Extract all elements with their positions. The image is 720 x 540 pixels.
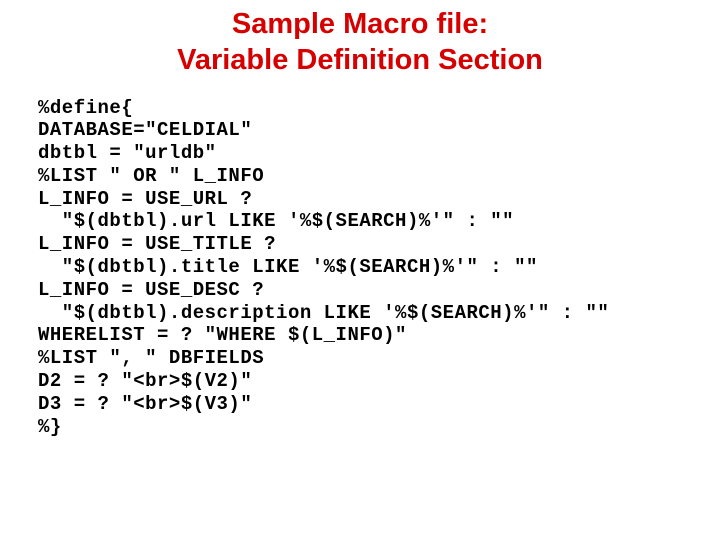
macro-code-block: %define{ DATABASE="CELDIAL" dbtbl = "url… [0, 79, 720, 439]
slide-title: Sample Macro file: Variable Definition S… [0, 0, 720, 79]
title-line-2: Variable Definition Section [0, 42, 720, 78]
title-line-1: Sample Macro file: [0, 6, 720, 42]
